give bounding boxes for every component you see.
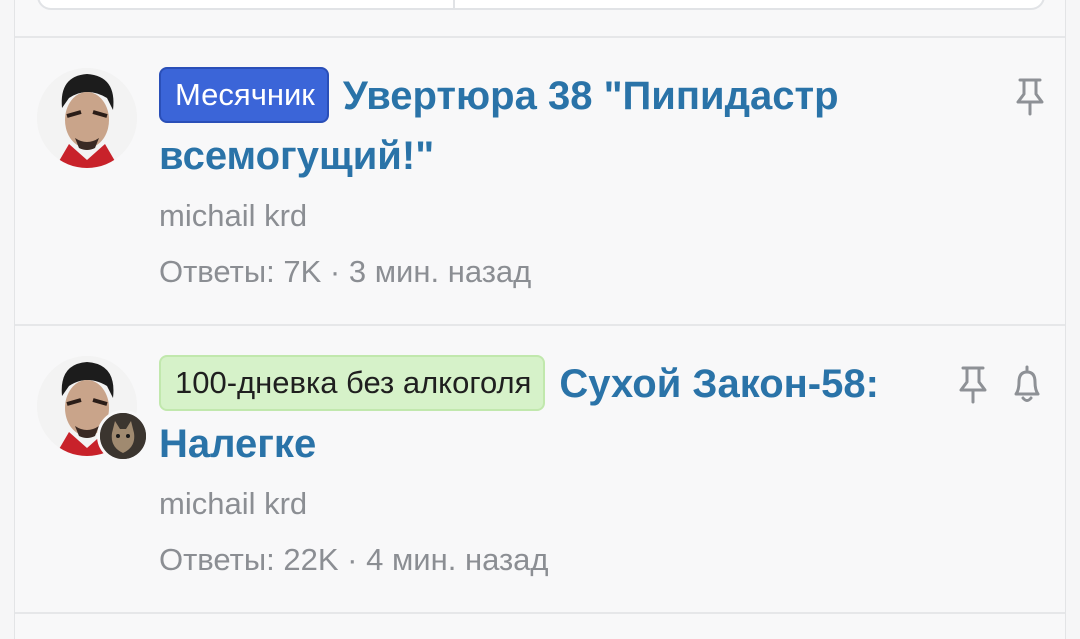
thread-meta: Ответы: 7K · 3 мин. назад	[159, 254, 531, 290]
replies-count: 7K	[283, 254, 322, 289]
meta-separator: ·	[347, 542, 358, 577]
replies-label: Ответы:	[159, 542, 275, 577]
top-control-strip[interactable]	[37, 0, 1045, 10]
thread-prefix-badge[interactable]: 100-дневка без алкоголя	[159, 355, 546, 411]
replies-label: Ответы:	[159, 254, 275, 289]
bell-icon[interactable]	[1007, 362, 1047, 406]
thread-item[interactable]: Месячник Увертюра 38 "Пипидастр всемогущи…	[15, 38, 1065, 324]
strip-divider	[453, 0, 455, 8]
replies-count: 22K	[283, 542, 339, 577]
pin-icon	[1010, 74, 1050, 118]
thread-meta: Ответы: 22K · 4 мин. назад	[159, 542, 549, 578]
thread-item[interactable]: 100-дневка без алкоголя Сухой Закон-58: Н…	[15, 326, 1065, 612]
last-post-time[interactable]: 4 мин. назад	[366, 542, 548, 577]
thread-prefix-badge[interactable]: Месячник	[159, 67, 329, 123]
thread-list: Месячник Увертюра 38 "Пипидастр всемогущи…	[14, 0, 1066, 639]
thread-title[interactable]: Месячник Увертюра 38 "Пипидастр всемогущи…	[159, 66, 949, 186]
avatar[interactable]	[37, 68, 137, 168]
thread-title[interactable]: 100-дневка без алкоголя Сухой Закон-58: Н…	[159, 354, 949, 474]
user-avatar-image	[37, 68, 137, 168]
divider	[15, 612, 1065, 614]
last-poster-avatar[interactable]	[97, 410, 149, 462]
pin-icon	[953, 362, 993, 406]
last-post-time[interactable]: 3 мин. назад	[349, 254, 531, 289]
thread-author[interactable]: michail krd	[159, 198, 307, 234]
thread-author[interactable]: michail krd	[159, 486, 307, 522]
meta-separator: ·	[329, 254, 341, 289]
